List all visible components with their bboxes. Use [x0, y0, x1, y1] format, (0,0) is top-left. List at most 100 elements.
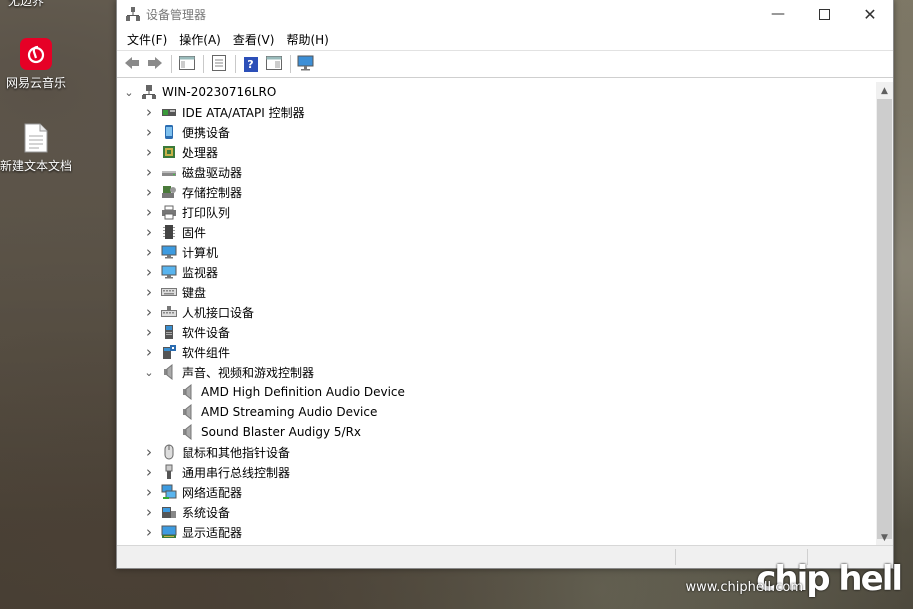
chevron-right-icon[interactable]: › [143, 303, 155, 321]
hid-icon [161, 304, 177, 320]
chevron-right-icon[interactable]: › [143, 123, 155, 141]
tree-items: › IDE ATA/ATAPI 控制器 › 便携设备 › 处理器 › 磁盘驱动器 › 存储控制器 ›… [117, 102, 877, 542]
system-device-icon [161, 504, 177, 520]
monitor-icon [161, 264, 177, 280]
toolbar-separator [171, 55, 172, 73]
tree-category[interactable]: › 固件 [117, 222, 877, 242]
back-arrow-icon [124, 56, 140, 73]
software-component-icon [161, 344, 177, 360]
firmware-icon [161, 224, 177, 240]
mouse-icon [161, 444, 177, 460]
tree-category[interactable]: › 磁盘驱动器 [117, 162, 877, 182]
properties-icon [211, 54, 226, 74]
chevron-right-icon[interactable]: › [143, 163, 155, 181]
tree-category-label: IDE ATA/ATAPI 控制器 [182, 105, 305, 120]
tree-category[interactable]: › 鼠标和其他指针设备 [117, 442, 877, 462]
tree-category[interactable]: › 通用串行总线控制器 [117, 462, 877, 482]
computer-icon [161, 244, 177, 260]
tree-category[interactable]: › 处理器 [117, 142, 877, 162]
tree-device[interactable]: AMD High Definition Audio Device [117, 382, 877, 402]
tree-category-label: 处理器 [182, 145, 219, 160]
tree-device[interactable]: Sound Blaster Audigy 5/Rx [117, 422, 877, 442]
chevron-right-icon[interactable]: › [143, 263, 155, 281]
tree-category[interactable]: › 打印队列 [117, 202, 877, 222]
action-pane-button[interactable] [263, 54, 284, 74]
tree-category-label: 通用串行总线控制器 [182, 465, 291, 480]
chevron-right-icon[interactable]: › [143, 183, 155, 201]
forward-button[interactable] [144, 54, 165, 74]
tree-category[interactable]: › 便携设备 [117, 122, 877, 142]
tree-category[interactable]: › 监视器 [117, 262, 877, 282]
watermark-site: www.chiphell.com [685, 580, 803, 595]
tree-category-label: 打印队列 [182, 205, 231, 220]
tree-category[interactable]: › 人机接口设备 [117, 302, 877, 322]
tree-category[interactable]: › 键盘 [117, 282, 877, 302]
text-file-icon [24, 123, 48, 153]
scan-hardware-button[interactable] [295, 54, 316, 74]
chevron-right-icon[interactable]: › [143, 343, 155, 361]
menu-file[interactable]: 文件(F) [121, 31, 173, 48]
device-tree[interactable]: ⌄ WIN-20230716LRO › IDE ATA/ATAPI 控制器 › 便携设… [117, 82, 877, 546]
title-bar[interactable]: 设备管理器 — ✕ [117, 0, 893, 28]
tree-category-label: 显示适配器 [182, 525, 243, 540]
chevron-right-icon[interactable]: › [143, 523, 155, 541]
tree-category-label: 存储控制器 [182, 185, 243, 200]
tree-category[interactable]: › 计算机 [117, 242, 877, 262]
chevron-right-icon[interactable]: › [143, 203, 155, 221]
desktop-icon-netease-music[interactable]: 网易云音乐 [0, 38, 81, 91]
portable-device-icon [161, 124, 177, 140]
help-icon: ? [243, 56, 258, 72]
chevron-right-icon[interactable]: › [143, 103, 155, 121]
tree-category[interactable]: › 存储控制器 [117, 182, 877, 202]
chevron-right-icon[interactable]: › [143, 223, 155, 241]
help-button[interactable]: ? [240, 54, 261, 74]
display-adapter-icon [161, 524, 177, 540]
tree-category[interactable]: › 软件组件 [117, 342, 877, 362]
chevron-right-icon[interactable]: › [143, 323, 155, 341]
scroll-down-icon[interactable]: ▼ [876, 529, 893, 546]
tree-category[interactable]: › 显示适配器 [117, 522, 877, 542]
properties-button[interactable] [208, 54, 229, 74]
menu-action[interactable]: 操作(A) [173, 31, 227, 48]
scroll-up-icon[interactable]: ▲ [876, 82, 893, 99]
minimize-button[interactable]: — [755, 0, 801, 28]
chevron-down-icon[interactable]: ⌄ [123, 86, 135, 99]
network-adapter-icon [161, 484, 177, 500]
tree-category-label: 磁盘驱动器 [182, 165, 243, 180]
speaker-icon [161, 364, 177, 380]
chevron-right-icon[interactable]: › [143, 463, 155, 481]
chiphell-watermark: chip hell www.chiphell.com [686, 562, 903, 596]
show-hide-console-tree-button[interactable] [176, 54, 197, 74]
close-icon: ✕ [863, 4, 877, 24]
chevron-right-icon[interactable]: › [143, 143, 155, 161]
menu-view[interactable]: 查看(V) [227, 31, 281, 48]
computer-root-icon [141, 84, 157, 100]
tree-category[interactable]: › 系统设备 [117, 502, 877, 522]
chevron-down-icon[interactable]: ⌄ [143, 366, 155, 379]
maximize-button[interactable] [801, 0, 847, 28]
tree-category[interactable]: › 软件设备 [117, 322, 877, 342]
usb-icon [161, 464, 177, 480]
vertical-scrollbar[interactable]: ▲ ▼ [876, 82, 893, 546]
tree-category-label: 网络适配器 [182, 485, 243, 500]
chevron-right-icon[interactable]: › [143, 243, 155, 261]
chevron-right-icon[interactable]: › [143, 483, 155, 501]
tree-category[interactable]: ⌄ 声音、视频和游戏控制器 [117, 362, 877, 382]
toolbar-separator [290, 55, 291, 73]
menu-help[interactable]: 帮助(H) [280, 31, 334, 48]
tree-device[interactable]: AMD Streaming Audio Device [117, 402, 877, 422]
tree-category-label: 软件设备 [182, 325, 231, 340]
tree-category[interactable]: › 网络适配器 [117, 482, 877, 502]
chevron-right-icon[interactable]: › [143, 503, 155, 521]
back-button[interactable] [121, 54, 142, 74]
scrollbar-thumb[interactable] [877, 99, 892, 539]
chevron-right-icon[interactable]: › [143, 443, 155, 461]
action-pane-icon [265, 55, 282, 73]
desktop-icon-text-document[interactable]: 新建文本文档 [0, 123, 81, 174]
chevron-right-icon[interactable]: › [143, 283, 155, 301]
tree-root[interactable]: ⌄ WIN-20230716LRO [117, 82, 877, 102]
tree-category-label: 鼠标和其他指针设备 [182, 445, 291, 460]
close-button[interactable]: ✕ [847, 0, 893, 28]
disk-drive-icon [161, 164, 177, 180]
tree-category[interactable]: › IDE ATA/ATAPI 控制器 [117, 102, 877, 122]
